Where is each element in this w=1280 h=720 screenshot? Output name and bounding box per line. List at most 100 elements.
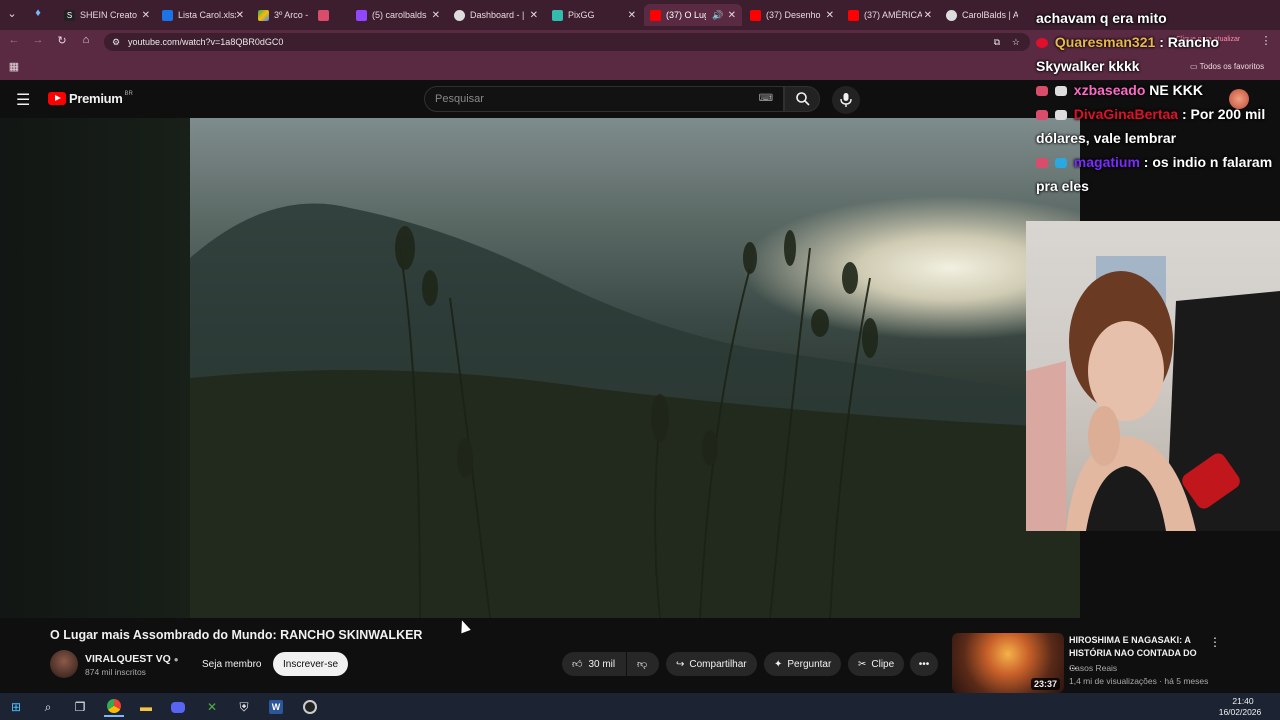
- channel-name[interactable]: VIRALQUEST VQ ●: [85, 653, 179, 665]
- voice-search-button[interactable]: [832, 86, 860, 114]
- clock-date[interactable]: 16/02/2026: [1212, 707, 1268, 717]
- more-actions-button[interactable]: •••: [910, 652, 938, 676]
- youtube-icon: [848, 9, 859, 21]
- video-side-dark: [0, 118, 190, 618]
- dislike-button[interactable]: 👎︎: [627, 652, 659, 676]
- close-icon[interactable]: ✕: [432, 10, 440, 21]
- tab-lista-carol[interactable]: Lista Carol.xlsx ✕: [156, 4, 250, 26]
- prime-badge-icon: [1054, 158, 1067, 169]
- security-shield-icon[interactable]: ⛨: [234, 697, 254, 717]
- star-icon[interactable]: ☆: [1012, 33, 1020, 51]
- tab-label: Dashboard - |: [470, 10, 525, 20]
- tab-pixgg[interactable]: PixGG ✕: [546, 4, 642, 26]
- tab-label: SHEIN Creato: [80, 10, 138, 20]
- share-button[interactable]: ↪ Compartilhar: [666, 652, 757, 676]
- webcam-image: [1026, 256, 1280, 531]
- join-button[interactable]: Seja membro: [192, 652, 272, 676]
- subscribe-button[interactable]: Inscrever-se: [273, 652, 349, 676]
- sub-badge-icon: [1036, 86, 1048, 97]
- tab-carolbalds[interactable]: CarolBalds | A: [940, 4, 1030, 26]
- thumbs-up-icon: 👍︎: [572, 659, 583, 670]
- chat-username: Quaresman321: [1054, 34, 1156, 50]
- app-icon: [318, 9, 329, 21]
- clock-time[interactable]: 21:40: [1220, 696, 1266, 706]
- microphone-icon: [840, 93, 852, 107]
- discord-icon[interactable]: [168, 697, 188, 717]
- file-explorer-icon[interactable]: ▬: [136, 697, 156, 717]
- tab-label: (37) O Lug: [666, 10, 706, 20]
- url-text: youtube.com/watch?v=1a8QBR0dGC0: [128, 37, 284, 47]
- word-icon[interactable]: W: [266, 697, 286, 717]
- chrome-icon[interactable]: [104, 697, 124, 717]
- video-player[interactable]: [190, 118, 1080, 618]
- gem-icon[interactable]: ♦: [30, 7, 46, 19]
- like-button[interactable]: 👍︎ 30 mil: [562, 652, 626, 676]
- youtube-icon: [750, 9, 761, 21]
- recommended-thumbnail[interactable]: 23:37: [952, 633, 1064, 693]
- youtube-logo[interactable]: Premium BR: [48, 91, 133, 106]
- task-view-icon[interactable]: ❐: [70, 697, 90, 717]
- youtube-play-icon: [48, 92, 66, 105]
- logo-text: Premium: [69, 91, 123, 106]
- chat-text: NE KKK: [1149, 82, 1203, 98]
- more-horizontal-icon: •••: [918, 658, 930, 670]
- home-icon[interactable]: ⌂: [78, 34, 94, 46]
- shein-icon: S: [64, 9, 75, 21]
- close-icon[interactable]: ✕: [142, 10, 150, 21]
- forward-icon[interactable]: →: [30, 34, 46, 46]
- tab-america[interactable]: (37) AMÉRICA ✕: [842, 4, 938, 26]
- address-bar[interactable]: ⚙ youtube.com/watch?v=1a8QBR0dGC0 ⧉ ☆: [104, 33, 1030, 51]
- tab-desenho[interactable]: (37) Desenho ✕: [744, 4, 840, 26]
- recommended-menu-icon[interactable]: ⋮: [1209, 635, 1221, 649]
- video-duration: 23:37: [1030, 678, 1060, 690]
- speaker-icon[interactable]: 🔊: [712, 10, 723, 21]
- close-icon[interactable]: ✕: [924, 10, 932, 21]
- tab-twitch[interactable]: (5) carolbalds ✕: [350, 4, 446, 26]
- skull-badge-icon: [1054, 110, 1067, 121]
- logo-country: BR: [124, 91, 133, 97]
- close-icon[interactable]: ✕: [628, 10, 636, 21]
- account-avatar[interactable]: [1229, 89, 1249, 109]
- channel-avatar[interactable]: [50, 650, 78, 678]
- apps-grid-icon[interactable]: ▦: [6, 60, 22, 73]
- thumbs-down-icon: 👎︎: [637, 659, 648, 670]
- tab-dashboard[interactable]: Dashboard - | ✕: [448, 4, 544, 26]
- close-icon[interactable]: ✕: [826, 10, 834, 21]
- tab-shein[interactable]: S SHEIN Creato ✕: [58, 4, 156, 26]
- search-icon: [796, 92, 810, 106]
- globe-icon: [946, 9, 957, 21]
- keyboard-icon[interactable]: ⌨: [759, 87, 773, 111]
- recommended-channel[interactable]: Casos Reais: [1069, 663, 1117, 673]
- search-button[interactable]: [784, 86, 820, 112]
- tab-label: 3º Arco -: [274, 10, 308, 20]
- clip-button[interactable]: ✂ Clipe: [848, 652, 905, 676]
- close-icon[interactable]: ✕: [530, 10, 538, 21]
- obs-icon[interactable]: [300, 697, 320, 717]
- globe-icon: [454, 9, 465, 21]
- chat-username: magatium: [1073, 154, 1140, 170]
- chat-message: Quaresman321 : Rancho Skywalker kkkk: [1036, 30, 1280, 78]
- tab-pinned[interactable]: [312, 4, 352, 26]
- like-count: 30 mil: [588, 658, 616, 670]
- xbox-icon[interactable]: ✕: [202, 697, 222, 717]
- windows-start-icon[interactable]: ⊞: [6, 697, 26, 717]
- chat-text: achavam q era mito: [1036, 10, 1167, 26]
- search-input[interactable]: Pesquisar ⌨: [424, 86, 784, 112]
- heart-badge-icon: [1036, 38, 1048, 49]
- scissors-icon: ✂: [858, 658, 867, 670]
- drive-icon: [258, 9, 269, 21]
- install-icon[interactable]: ⧉: [994, 33, 1000, 51]
- close-icon[interactable]: ✕: [728, 10, 736, 21]
- search-icon[interactable]: ⌕: [38, 697, 58, 717]
- hamburger-menu-icon[interactable]: ☰: [16, 90, 30, 110]
- reload-icon[interactable]: ↻: [54, 34, 70, 47]
- ask-button[interactable]: ✦ Perguntar: [764, 652, 842, 676]
- tab-youtube-active[interactable]: (37) O Lug 🔊 ✕: [644, 4, 742, 26]
- site-info-icon[interactable]: ⚙: [112, 33, 120, 51]
- video-frame-landscape: [190, 203, 1080, 618]
- close-icon[interactable]: ✕: [236, 10, 244, 21]
- skull-badge-icon: [1054, 86, 1067, 97]
- tab-search-icon[interactable]: ⌄: [4, 7, 20, 20]
- channel-name-text: VIRALQUEST VQ: [85, 653, 171, 665]
- back-icon[interactable]: ←: [6, 34, 22, 46]
